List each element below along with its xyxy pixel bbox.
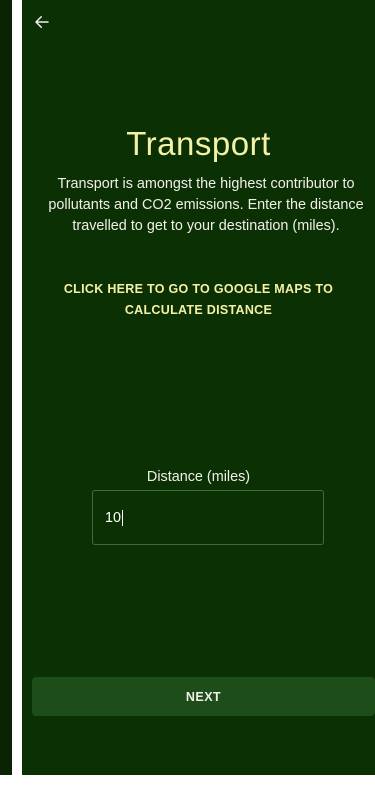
left-panel-edge: [0, 0, 12, 775]
app-frame: Transport Transport is amongst the highe…: [0, 0, 375, 798]
distance-value: 10: [105, 509, 122, 526]
distance-input[interactable]: 10: [92, 490, 324, 545]
text-cursor: [122, 509, 124, 526]
panel-divider: [12, 0, 22, 798]
next-button-label: NEXT: [185, 689, 222, 704]
google-maps-link[interactable]: CLICK HERE TO GO TO GOOGLE MAPS TO CALCU…: [52, 279, 345, 321]
distance-label: Distance (miles): [146, 469, 251, 485]
back-button[interactable]: [30, 12, 54, 36]
page-title: Transport: [126, 125, 271, 162]
bottom-strip: [0, 775, 375, 798]
next-button[interactable]: NEXT: [32, 677, 375, 716]
page-description: Transport is amongst the highest contrib…: [48, 176, 364, 234]
transport-screen: Transport Transport is amongst the highe…: [22, 0, 375, 775]
arrow-left-icon: [33, 13, 51, 36]
